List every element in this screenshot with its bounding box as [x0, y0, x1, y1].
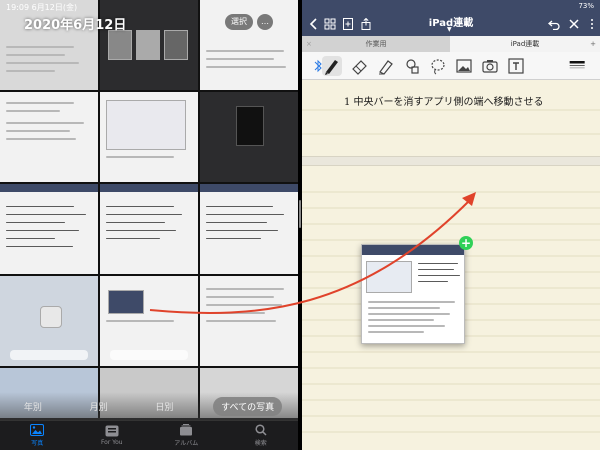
tab-library[interactable]: 写真: [12, 424, 62, 447]
image-icon[interactable]: [454, 56, 474, 76]
eraser-icon[interactable]: [350, 56, 370, 76]
more-icon[interactable]: …: [257, 14, 273, 30]
notes-app-pane: 73% iPad連載 ▼ × 作業用 iPad連載 + 1 中央バーを消すアプリ…: [302, 0, 600, 450]
photo-thumbnail[interactable]: [0, 92, 98, 183]
notes-nav-bar: 73% iPad連載 ▼: [302, 0, 600, 36]
photos-date-title: 2020年6月12日: [24, 18, 127, 33]
photo-thumbnail[interactable]: [0, 276, 98, 367]
page-separator: [302, 156, 600, 166]
photo-thumbnail[interactable]: [0, 184, 98, 275]
undo-icon[interactable]: [547, 15, 560, 31]
tab-label: 作業用: [365, 40, 387, 48]
segment-year[interactable]: 年別: [16, 397, 50, 416]
tab-label: アルバム: [174, 440, 199, 447]
split-view-screen: 19:09 6月12日(金) 2020年6月12日 選択 … 年別 月別 日別 …: [0, 0, 600, 450]
tab-label: 写真: [31, 440, 44, 447]
pen-color-swatch[interactable]: [568, 56, 592, 76]
segment-month[interactable]: 月別: [82, 397, 116, 416]
close-icon[interactable]: [568, 15, 580, 29]
photo-thumbnail[interactable]: [100, 276, 198, 367]
tab-search[interactable]: 検索: [236, 424, 286, 447]
tab-working-doc[interactable]: × 作業用: [302, 36, 450, 52]
tab-ipad-series[interactable]: iPad連載 +: [450, 36, 600, 52]
albums-icon: [180, 424, 193, 436]
photos-tab-bar: 写真 For You アルバム 検索: [0, 420, 298, 450]
add-tab-icon[interactable]: +: [590, 36, 596, 52]
search-icon: [255, 424, 267, 436]
battery-status: 73%: [578, 2, 594, 10]
drawing-toolbar: [302, 52, 600, 80]
segment-day[interactable]: 日別: [147, 397, 181, 416]
dragged-photo-preview[interactable]: [361, 244, 465, 344]
tab-for-you[interactable]: For You: [87, 425, 137, 446]
photo-thumbnail[interactable]: [200, 276, 298, 367]
for-you-icon: [105, 425, 119, 437]
tab-label: iPad連載: [510, 40, 540, 48]
photo-thumbnail[interactable]: [200, 184, 298, 275]
shapes-icon[interactable]: [402, 56, 422, 76]
segment-all-photos[interactable]: すべての写真: [213, 396, 283, 416]
photo-library-icon: [30, 424, 45, 436]
close-tab-icon[interactable]: ×: [306, 36, 312, 52]
tab-albums[interactable]: アルバム: [161, 424, 211, 447]
text-icon[interactable]: [506, 56, 526, 76]
photo-thumbnail[interactable]: [100, 184, 198, 275]
chevron-down-icon[interactable]: ▼: [447, 26, 452, 33]
divider-grip[interactable]: [299, 200, 301, 228]
more-options-icon[interactable]: [586, 15, 594, 29]
pen-tool-icon[interactable]: [322, 56, 342, 76]
handwritten-note: 1 中央バーを消すアプリ側の端へ移動させる: [344, 97, 544, 108]
photo-thumbnail[interactable]: [200, 0, 298, 91]
photo-thumbnail[interactable]: [100, 92, 198, 183]
status-time: 19:09 6月12日(金): [6, 3, 78, 12]
tab-label: 検索: [254, 440, 267, 447]
document-tabs: × 作業用 iPad連載 +: [302, 36, 600, 52]
view-segmented-control: 年別 月別 日別 すべての写真: [0, 392, 298, 420]
photo-thumbnail[interactable]: [200, 92, 298, 183]
photos-app-pane: 19:09 6月12日(金) 2020年6月12日 選択 … 年別 月別 日別 …: [0, 0, 298, 450]
highlighter-icon[interactable]: [376, 56, 396, 76]
select-button[interactable]: 選択: [225, 14, 253, 30]
tab-label: For You: [100, 439, 123, 446]
add-badge-icon: +: [459, 236, 473, 250]
photo-grid: [0, 0, 298, 418]
lasso-icon[interactable]: [428, 56, 448, 76]
bluetooth-icon[interactable]: [308, 56, 322, 76]
camera-icon[interactable]: [480, 56, 500, 76]
